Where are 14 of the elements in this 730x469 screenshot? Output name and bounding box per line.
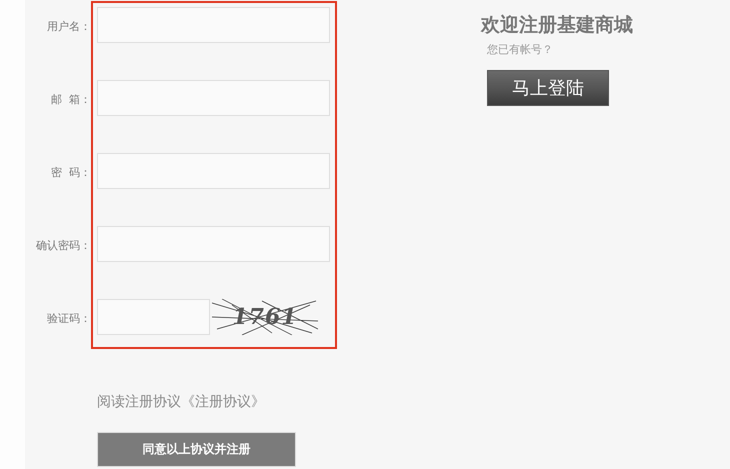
field-label: 用户名： xyxy=(47,19,91,34)
input-field[interactable] xyxy=(97,80,330,116)
register-button[interactable]: 同意以上协议并注册 xyxy=(97,432,296,467)
field-label: 邮 箱： xyxy=(51,92,91,107)
field-label: 密 码： xyxy=(51,165,91,180)
field-label: 确认密码： xyxy=(36,238,91,253)
input-field[interactable] xyxy=(97,226,330,262)
login-button[interactable]: 马上登陆 xyxy=(487,70,609,106)
input-field[interactable] xyxy=(97,7,330,43)
input-field[interactable] xyxy=(97,153,330,189)
field-label: 验证码： xyxy=(47,311,91,326)
account-question: 您已有帐号？ xyxy=(487,42,553,57)
input-field[interactable] xyxy=(97,299,210,335)
welcome-title: 欢迎注册基建商城 xyxy=(481,13,633,38)
